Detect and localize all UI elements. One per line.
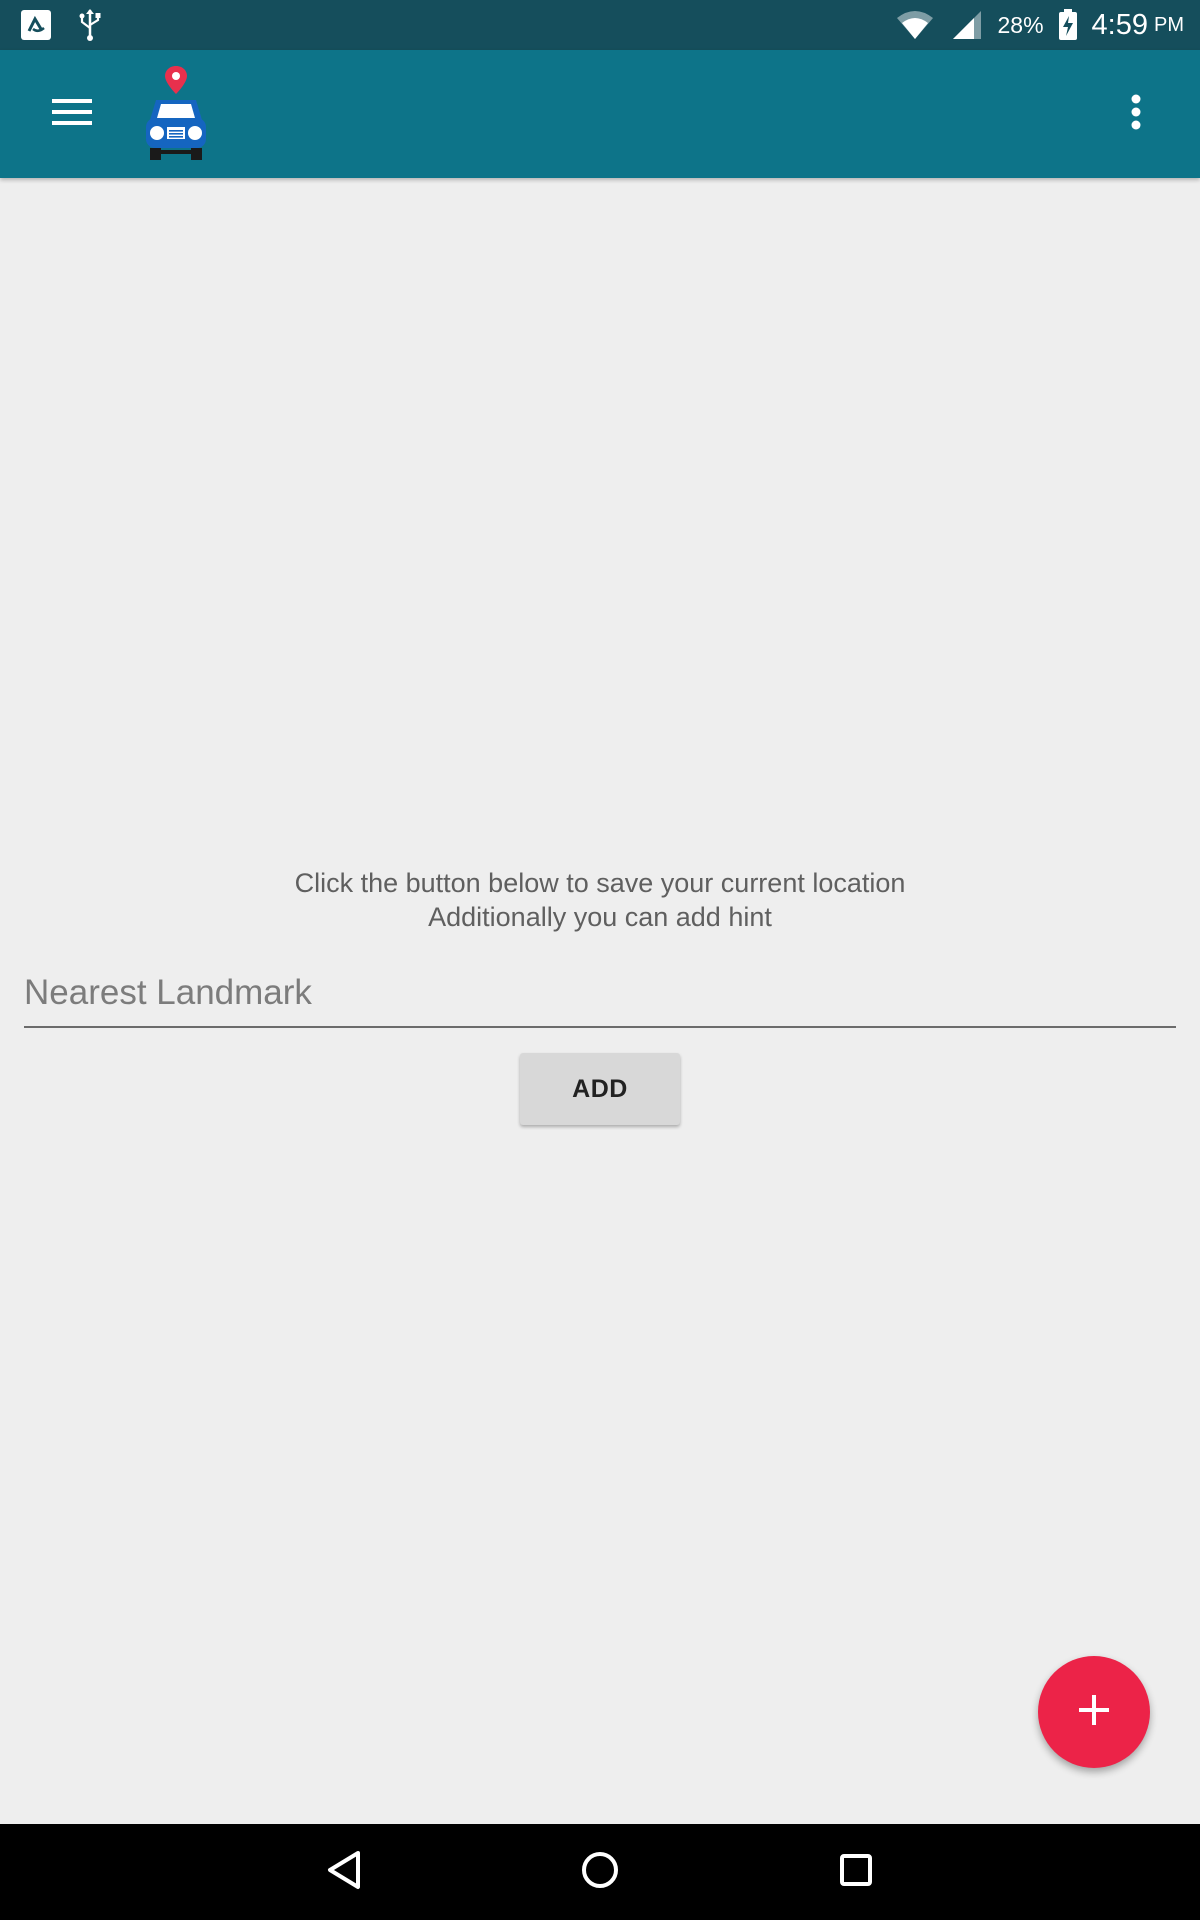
nav-home-button[interactable] [568,1842,632,1902]
app-bar [0,50,1200,178]
battery-percentage: 28% [997,11,1044,38]
instruction-line-2: Additionally you can add hint [428,902,772,932]
home-icon [580,1850,620,1895]
add-button[interactable]: ADD [520,1053,680,1125]
back-icon [326,1850,362,1895]
cell-signal-icon [952,10,982,40]
navigation-bar [0,1824,1200,1920]
instructions-text: Click the button below to save your curr… [0,866,1200,934]
hamburger-menu-icon [52,97,92,132]
clock-time: 4:59 [1091,8,1148,41]
plus-icon [1077,1693,1111,1732]
status-bar-right: 28% 4:59 PM [896,0,1184,50]
app-notification-icon [20,9,52,41]
status-bar-left [20,0,102,50]
usb-icon [78,8,102,42]
status-bar: 28% 4:59 PM [0,0,1200,50]
instruction-line-1: Click the button below to save your curr… [294,868,906,898]
wifi-icon [896,10,934,40]
recents-icon [838,1852,874,1893]
nav-back-button[interactable] [312,1842,376,1902]
menu-button[interactable] [40,86,104,142]
add-location-fab[interactable] [1038,1656,1150,1768]
more-vertical-icon [1130,94,1142,135]
overflow-menu-button[interactable] [1106,86,1166,142]
app-logo [142,64,210,164]
nav-recents-button[interactable] [824,1842,888,1902]
nearest-landmark-input[interactable] [24,960,1176,1028]
clock-suffix: PM [1154,13,1184,36]
battery-charging-icon [1058,9,1078,41]
car-location-logo [142,66,210,168]
